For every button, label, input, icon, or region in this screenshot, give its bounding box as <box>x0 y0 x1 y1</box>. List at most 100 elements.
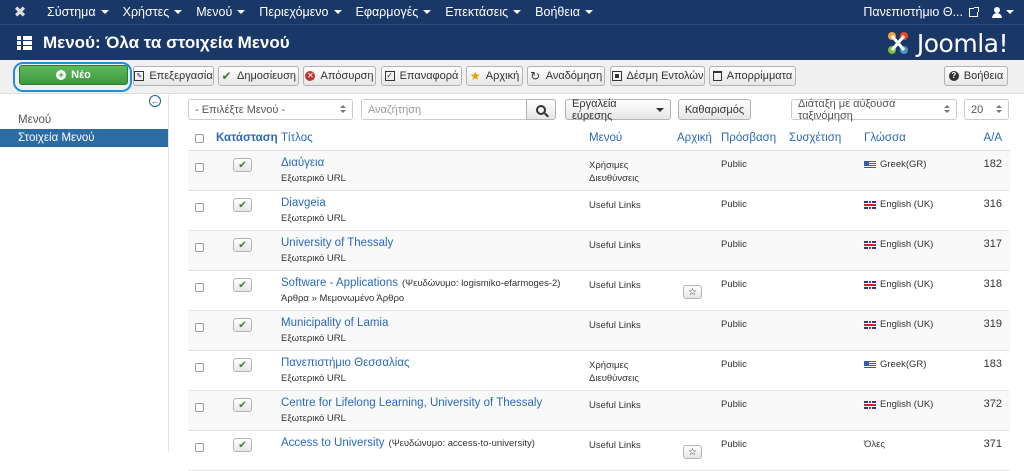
row-id: 318 <box>983 278 1002 290</box>
header-id[interactable]: Α/Α <box>983 132 1002 144</box>
checkin-button[interactable]: ✓ Επαναφορά <box>381 66 462 86</box>
row-language: English (UK) <box>864 239 933 250</box>
row-checkbox[interactable] <box>195 203 204 212</box>
row-menu: Χρήσιμες Διευθύνσεις <box>589 160 639 184</box>
user-menu[interactable] <box>992 6 1014 18</box>
batch-button[interactable]: Δέσμη Εντολών <box>610 66 705 86</box>
search-tools-button[interactable]: Εργαλεία εύρεσης <box>565 98 671 122</box>
row-title-link[interactable]: Διαύγεια <box>281 157 324 169</box>
caret-down-icon <box>656 107 664 112</box>
table-row: ✔ University of Thessaly Εξωτερικό URL U… <box>188 231 1010 271</box>
published-toggle[interactable]: ✔ <box>233 438 252 452</box>
row-checkbox[interactable] <box>195 283 204 292</box>
row-checkbox[interactable] <box>195 243 204 252</box>
search-input[interactable]: Αναζήτηση <box>361 99 527 120</box>
menu-content[interactable]: Περιεχόμενο <box>252 0 348 24</box>
collapse-sidebar-icon[interactable]: ← <box>149 95 161 107</box>
published-toggle[interactable]: ✔ <box>233 158 252 172</box>
row-checkbox[interactable] <box>195 163 204 172</box>
header-status[interactable]: Κατάσταση <box>216 132 278 144</box>
row-title-link[interactable]: Software - Applications (Ψευδώνυμο: logis… <box>281 277 560 289</box>
row-checkbox[interactable] <box>195 323 204 332</box>
menu-menus[interactable]: Μενού <box>189 0 252 24</box>
select-all-checkbox[interactable] <box>195 134 204 143</box>
menu-extensions[interactable]: Επεκτάσεις <box>438 0 528 24</box>
row-title-link[interactable]: Πανεπιστήμιο Θεσσαλίας <box>281 357 410 369</box>
header-access[interactable]: Πρόσβαση <box>721 132 776 144</box>
button-label: Επεξεργασία <box>149 70 213 82</box>
row-checkbox[interactable] <box>195 403 204 412</box>
help-button[interactable]: ? Βοήθεια <box>944 66 1008 86</box>
button-label: Νέο <box>71 69 91 81</box>
brand-wordmark: Joomla! <box>916 28 1009 58</box>
limit-select[interactable]: 20 <box>964 99 1009 120</box>
clear-label: Καθαρισμός <box>684 103 745 116</box>
row-menu: Useful Links <box>589 280 641 291</box>
new-button[interactable]: + Νέο <box>19 65 128 85</box>
sidebar-item-menus[interactable]: Μενού <box>0 111 168 129</box>
row-checkbox[interactable] <box>195 443 204 452</box>
row-menu: Useful Links <box>589 320 641 331</box>
header-title[interactable]: Τίτλος <box>281 132 313 144</box>
search-button[interactable] <box>526 99 556 120</box>
row-checkbox[interactable] <box>195 363 204 372</box>
joomla-icon[interactable]: ✖ <box>0 3 40 21</box>
row-language: English (UK) <box>864 399 933 410</box>
table-row: ✔ Software - Applications (Ψευδώνυμο: log… <box>188 271 1010 311</box>
menu-help[interactable]: Βοήθεια <box>528 0 600 24</box>
site-link[interactable]: Πανεπιστήμιο Θ... <box>863 5 979 19</box>
header-menu[interactable]: Μενού <box>589 132 622 144</box>
menu-system[interactable]: Σύστημα <box>40 0 116 24</box>
header-home[interactable]: Αρχική <box>677 132 712 144</box>
menu-label: Επεκτάσεις <box>445 5 509 19</box>
rebuild-button[interactable]: ↻ Αναδόμηση <box>527 66 605 86</box>
header-language[interactable]: Γλώσσα <box>864 132 906 144</box>
caret-down-icon <box>584 10 593 14</box>
row-title-link[interactable]: University of Thessaly <box>281 237 393 249</box>
ordering-select[interactable]: Διάταξη με αύξουσα ταξινόμηση <box>791 98 957 122</box>
admin-top-nav: ✖ Σύστημα Χρήστες Μενού Περιεχόμενο Εφαρ… <box>0 0 1024 24</box>
published-toggle[interactable]: ✔ <box>233 278 252 292</box>
menu-select[interactable]: - Επιλέξτε Μενού - <box>188 99 353 120</box>
caret-down-icon <box>100 10 109 14</box>
caret-down-icon <box>513 10 522 14</box>
row-title-link[interactable]: Diavgeia <box>281 197 326 209</box>
unpublish-button[interactable]: ✕ Απόσυρση <box>303 66 376 86</box>
row-title-link[interactable]: Municipality of Lamia <box>281 317 388 329</box>
published-toggle[interactable]: ✔ <box>233 398 252 412</box>
search-icon <box>536 104 546 115</box>
clear-button[interactable]: Καθαρισμός <box>678 99 751 120</box>
row-type: Εξωτερικό URL <box>281 253 346 264</box>
home-button[interactable]: ★ Αρχική <box>466 66 523 86</box>
row-menu: Χρήσιμες Διευθύνσεις <box>589 360 639 384</box>
set-home-button[interactable]: ☆ <box>683 285 702 299</box>
header-association[interactable]: Συσχέτιση <box>789 132 841 144</box>
row-title-link[interactable]: Centre for Lifelong Learning, University… <box>281 397 542 409</box>
row-title-link[interactable]: Access to University (Ψευδώνυμο: access-t… <box>281 437 535 449</box>
published-toggle[interactable]: ✔ <box>233 358 252 372</box>
sidebar-item-label: Στοιχεία Μενού <box>18 132 95 144</box>
flag-icon <box>864 240 876 249</box>
star-outline-icon: ☆ <box>688 286 697 298</box>
row-access: Public <box>721 359 747 370</box>
published-toggle[interactable]: ✔ <box>233 238 252 252</box>
publish-button[interactable]: ✔ Δημοσίευση <box>218 66 299 86</box>
set-home-button[interactable]: ☆ <box>683 445 702 459</box>
button-label: Βοήθεια <box>963 70 1004 82</box>
flag-icon <box>864 200 876 209</box>
checkin-icon: ✓ <box>384 71 395 81</box>
menu-components[interactable]: Εφαρμογές <box>349 0 439 24</box>
menu-users[interactable]: Χρήστες <box>116 0 190 24</box>
row-type: Άρθρα » Μεμονωμένο Άρθρο <box>281 293 405 304</box>
row-type: Εξωτερικό URL <box>281 413 346 424</box>
edit-button[interactable]: ✎ Επεξεργασία <box>133 66 214 86</box>
row-title: Centre for Lifelong Learning, University… <box>281 397 543 409</box>
trash-button[interactable]: Απορρίμματα <box>709 66 796 86</box>
sidebar-item-menu-items[interactable]: Στοιχεία Μενού <box>0 129 168 147</box>
check-icon: ✔ <box>238 199 247 211</box>
published-toggle[interactable]: ✔ <box>233 318 252 332</box>
menu-label: Εφαρμογές <box>355 5 419 19</box>
external-link-icon <box>969 6 979 17</box>
published-toggle[interactable]: ✔ <box>233 198 252 212</box>
row-language-label: English (UK) <box>880 199 934 210</box>
